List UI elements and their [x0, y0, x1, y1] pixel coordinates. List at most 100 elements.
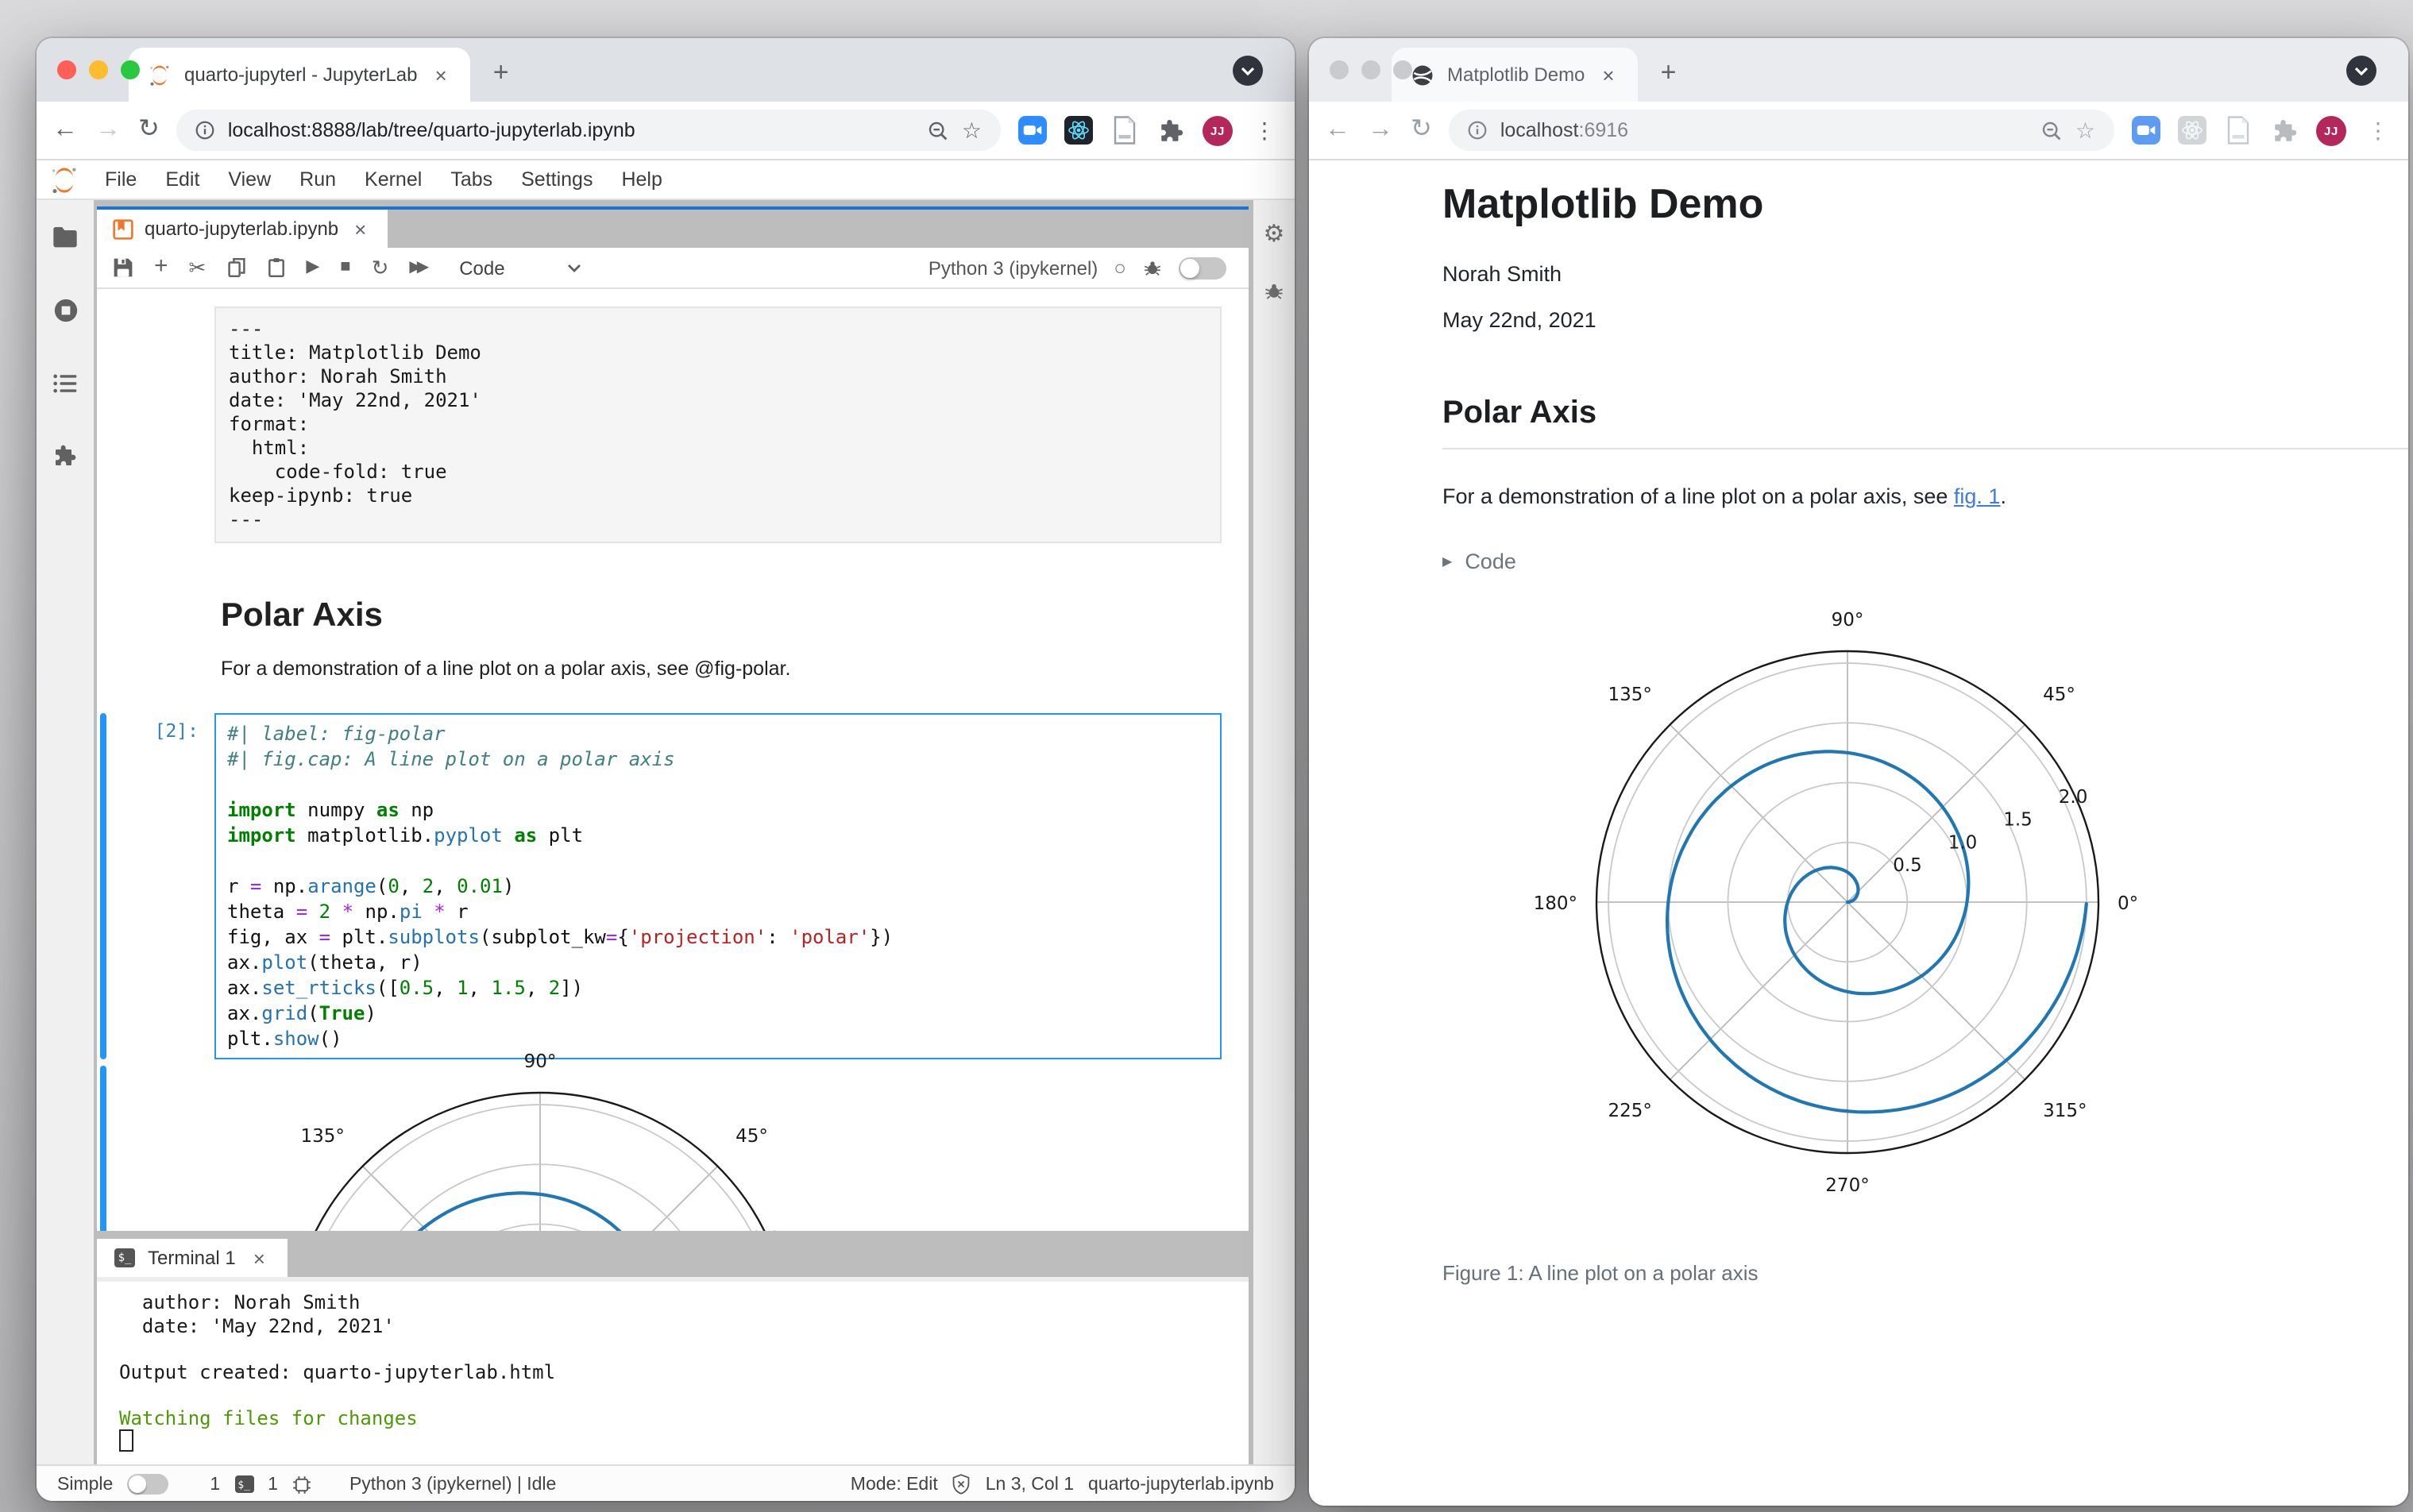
browser-menu-kebab-icon[interactable]: ⋮	[2364, 117, 2392, 144]
menu-item-tabs[interactable]: Tabs	[436, 168, 507, 191]
react-devtools-extension-icon[interactable]	[2178, 116, 2206, 145]
terminal-tab[interactable]: $_ Terminal 1 ×	[97, 1239, 288, 1277]
bookmark-star-icon[interactable]: ☆	[2075, 117, 2095, 144]
paste-cells-button[interactable]	[266, 257, 285, 278]
menu-item-settings[interactable]: Settings	[507, 168, 607, 191]
new-tab-button[interactable]: +	[1661, 57, 1677, 102]
profile-menu-button[interactable]	[1233, 56, 1263, 86]
info-icon[interactable]	[196, 121, 215, 140]
cell-type-select[interactable]: Code	[459, 256, 504, 279]
save-button[interactable]	[113, 257, 133, 278]
table-of-contents-icon[interactable]	[52, 373, 78, 402]
zoom-window-button[interactable]	[121, 60, 140, 79]
debugger-sidebar-bug-icon[interactable]	[1263, 280, 1285, 310]
menu-item-kernel[interactable]: Kernel	[350, 168, 436, 191]
raw-yaml-cell[interactable]: --- title: Matplotlib Demo author: Norah…	[214, 307, 1222, 543]
cell-collapser[interactable]	[100, 713, 106, 1059]
menu-item-file[interactable]: File	[91, 168, 151, 191]
extensions-puzzle-icon[interactable]	[2270, 116, 2299, 145]
close-window-button[interactable]	[1330, 60, 1349, 79]
new-tab-button[interactable]: +	[493, 57, 509, 102]
panel-splitter[interactable]	[97, 1231, 1249, 1239]
copy-cells-button[interactable]	[226, 257, 245, 278]
notebook-tab[interactable]: quarto-jupyterlab.ipynb ×	[97, 210, 388, 248]
markdown-paragraph[interactable]: For a demonstration of a line plot on a …	[221, 658, 1222, 680]
document-extension-icon[interactable]	[1110, 116, 1139, 145]
extension-manager-icon[interactable]	[52, 443, 78, 476]
kernel-status-text[interactable]: Python 3 (ipykernel) | Idle	[349, 1475, 556, 1494]
address-bar[interactable]: localhost:6916 ☆	[1449, 110, 2114, 151]
zoom-out-page-icon[interactable]	[929, 120, 949, 141]
close-tab-icon[interactable]: ×	[1597, 63, 1619, 87]
browser-profile-avatar[interactable]: JJ	[2316, 115, 2346, 145]
browser-tab-jupyterlab[interactable]: quarto-jupyterl - JupyterLab ×	[129, 48, 471, 102]
document-title: Matplotlib Demo	[1442, 179, 1764, 227]
code-fold-toggle[interactable]: ▶ Code	[1442, 550, 2408, 573]
code-editor[interactable]: #| label: fig-polar #| fig.cap: A line pl…	[214, 713, 1222, 1059]
file-browser-icon[interactable]	[52, 226, 78, 256]
document-extension-icon[interactable]	[2224, 116, 2253, 145]
notebook-tabbar: quarto-jupyterlab.ipynb ×	[97, 210, 1249, 248]
markdown-heading[interactable]: Polar Axis	[221, 597, 1222, 635]
notebook-panel: quarto-jupyterlab.ipynb × + ✂ ▶ ■ ↻ ▶▶ C…	[97, 206, 1249, 1231]
url-port: :6916	[1578, 119, 1629, 141]
close-notebook-tab-icon[interactable]: ×	[349, 217, 371, 241]
menu-item-help[interactable]: Help	[607, 168, 676, 191]
property-inspector-gear-icon[interactable]: ⚙	[1264, 219, 1285, 248]
notebook-mode-indicator[interactable]: Mode: Edit	[851, 1475, 938, 1494]
figure-crossref-link[interactable]: fig. 1	[1954, 484, 2001, 508]
zoom-extension-icon[interactable]	[2132, 116, 2160, 145]
extensions-puzzle-icon[interactable]	[1156, 116, 1185, 145]
cursor-position-indicator[interactable]: Ln 3, Col 1	[986, 1475, 1074, 1494]
raw-cell-row: --- title: Matplotlib Demo author: Norah…	[97, 307, 1222, 575]
interrupt-kernel-button[interactable]: ■	[340, 258, 350, 276]
menu-item-edit[interactable]: Edit	[151, 168, 214, 191]
browser-tab-matplotlib-demo[interactable]: Matplotlib Demo ×	[1392, 48, 1639, 102]
minimize-window-button[interactable]	[89, 60, 108, 79]
react-devtools-extension-icon[interactable]	[1064, 116, 1093, 145]
minimize-window-button[interactable]	[1361, 60, 1380, 79]
running-kernels-icon[interactable]	[52, 297, 79, 332]
forward-button[interactable]: →	[1368, 117, 1393, 143]
close-window-button[interactable]	[57, 60, 76, 79]
close-terminal-tab-icon[interactable]: ×	[249, 1246, 270, 1270]
zoom-extension-icon[interactable]	[1018, 116, 1047, 145]
browser-tab-title: quarto-jupyterl - JupyterLab	[184, 64, 418, 86]
add-cell-button[interactable]: +	[154, 254, 168, 278]
restart-and-run-all-button[interactable]: ▶▶	[409, 259, 429, 276]
close-tab-icon[interactable]: ×	[430, 63, 452, 87]
back-button[interactable]: ←	[1325, 117, 1350, 143]
zoom-window-button[interactable]	[1393, 60, 1412, 79]
cut-cells-button[interactable]: ✂	[189, 257, 207, 278]
browser-menu-kebab-icon[interactable]: ⋮	[1250, 117, 1279, 144]
kernel-count[interactable]: 1	[268, 1475, 278, 1494]
debugger-bug-icon[interactable]	[1142, 257, 1163, 278]
url-host: localhost	[1500, 119, 1579, 141]
terminal-tab-label: Terminal 1	[148, 1247, 236, 1269]
terminal-output[interactable]: author: Norah Smith date: 'May 22nd, 202…	[97, 1277, 1249, 1464]
output-collapser[interactable]	[100, 1066, 106, 1231]
restart-kernel-button[interactable]: ↻	[372, 257, 389, 278]
debugger-toggle[interactable]	[1179, 256, 1226, 279]
zoom-out-page-icon[interactable]	[2042, 120, 2063, 141]
kernel-status-icon[interactable]: ○	[1114, 257, 1126, 278]
profile-menu-button[interactable]	[2346, 56, 2376, 86]
menu-item-run[interactable]: Run	[285, 168, 350, 191]
browser-profile-avatar[interactable]: JJ	[1203, 115, 1233, 145]
address-bar[interactable]: localhost:8888/lab/tree/quarto-jupyterla…	[176, 110, 1001, 151]
kernel-name-button[interactable]: Python 3 (ipykernel)	[929, 256, 1098, 279]
bookmark-star-icon[interactable]: ☆	[962, 117, 982, 144]
back-button[interactable]: ←	[52, 117, 78, 143]
simple-mode-toggle[interactable]	[127, 1474, 169, 1495]
forward-button[interactable]: →	[95, 117, 121, 143]
reload-button[interactable]: ↻	[138, 117, 160, 143]
svg-text:45°: 45°	[735, 1126, 768, 1147]
reload-button[interactable]: ↻	[1411, 117, 1432, 143]
terminal-count[interactable]: 1	[210, 1475, 220, 1494]
jupyter-favicon-icon	[150, 64, 169, 85]
cell-type-chevron-icon[interactable]	[567, 263, 581, 272]
run-cell-button[interactable]: ▶	[306, 258, 319, 276]
info-icon[interactable]	[1469, 121, 1488, 140]
menubar-items: File Edit View Run Kernel Tabs Settings Help	[91, 168, 677, 191]
menu-item-view[interactable]: View	[214, 168, 285, 191]
